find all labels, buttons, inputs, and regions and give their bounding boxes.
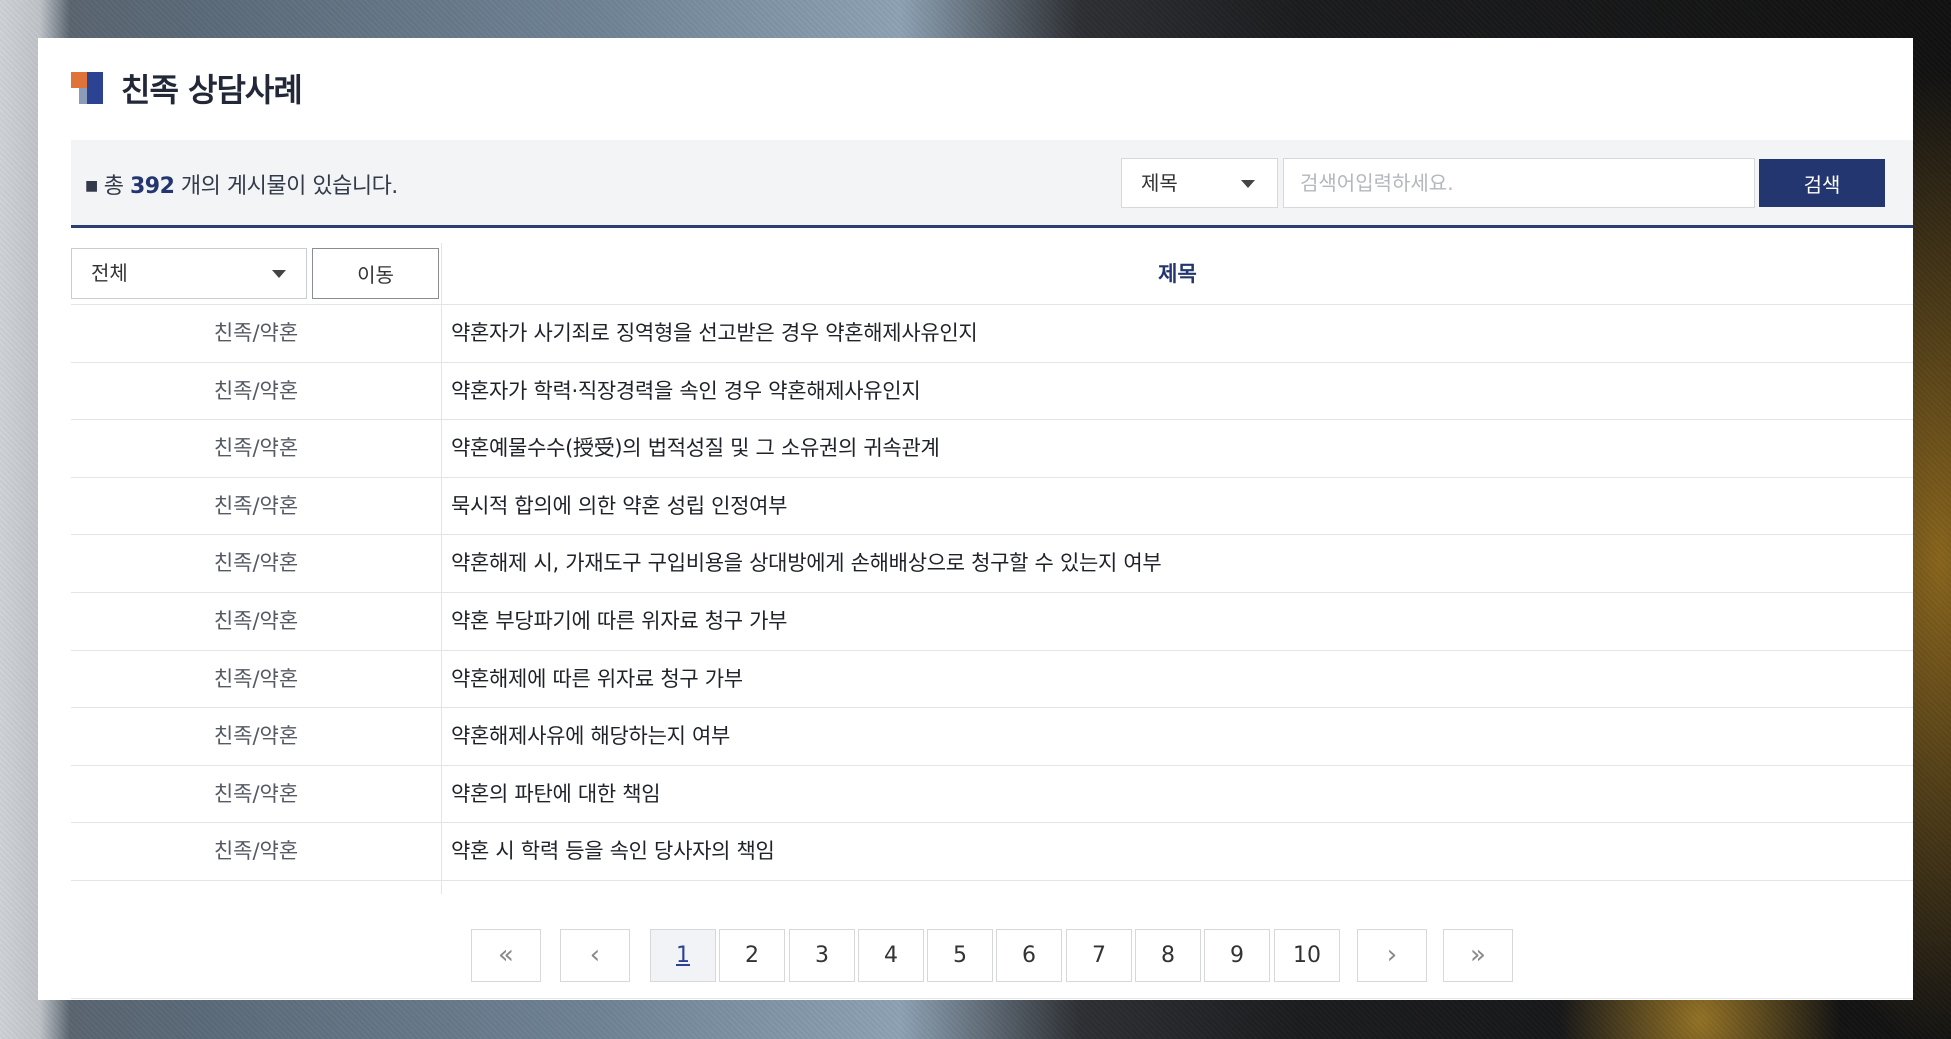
row-category: 친족/약혼: [213, 436, 299, 461]
search-field-select[interactable]: 제목: [1121, 158, 1278, 208]
first-page-icon[interactable]: «: [471, 929, 541, 982]
row-category: 친족/약혼: [213, 493, 299, 518]
page-title: 친족 상담사례: [121, 71, 303, 109]
chevron-down-icon: [272, 270, 286, 278]
board-panel: 친족 상담사례 ■총 392 개의 게시물이 있습니다. 제목 검색 전체 이동…: [38, 38, 1913, 1000]
row-subject-link[interactable]: 약혼 부당파기에 따른 위자료 청구 가부: [451, 593, 788, 650]
last-page-icon[interactable]: »: [1443, 929, 1513, 982]
move-button[interactable]: 이동: [312, 248, 439, 299]
chevron-down-icon: [1241, 180, 1255, 188]
row-subject-link[interactable]: 약혼해제에 따른 위자료 청구 가부: [451, 651, 743, 708]
table-row: 친족/약혼 약혼 시 학력 등을 속인 당사자의 책임: [71, 823, 1913, 881]
table-row: 친족/약혼 약혼의 파탄에 대한 책임: [71, 766, 1913, 824]
row-category: 친족/약혼: [213, 378, 299, 403]
table-row: 친족/약혼 약혼자가 학력·직장경력을 속인 경우 약혼해제사유인지: [71, 363, 1913, 421]
row-subject-link[interactable]: 약혼자가 사기죄로 징역형을 선고받은 경우 약혼해제사유인지: [451, 305, 978, 362]
row-category: 친족/약혼: [213, 839, 299, 864]
table-row: 친족/약혼 약혼예물수수(授受)의 법적성질 및 그 소유권의 귀속관계: [71, 420, 1913, 478]
row-category: 친족/약혼: [213, 551, 299, 576]
divider: [71, 998, 1913, 999]
bullet-icon: ■: [85, 178, 98, 194]
search-bar: ■ 총 392 개의 게시물이 있습니다. 제목 검색: [71, 140, 1913, 228]
table-row: 친족/약혼 약혼해제 시, 가재도구 구입비용을 상대방에게 손해배상으로 청구…: [71, 535, 1913, 593]
table-row: 친족/약혼 약혼 부당파기에 따른 위자료 청구 가부: [71, 593, 1913, 651]
row-subject-link[interactable]: 약혼자가 학력·직장경력을 속인 경우 약혼해제사유인지: [451, 363, 921, 420]
page-button-9[interactable]: 9: [1204, 929, 1270, 982]
row-category: 친족/약혼: [213, 608, 299, 633]
table-row: 친족/약혼 약혼해제에 따른 위자료 청구 가부: [71, 651, 1913, 709]
post-count: 392: [129, 174, 175, 199]
post-count-text: ■ 총 392 개의 게시물이 있습니다.: [85, 174, 398, 199]
post-list: 친족/약혼 약혼자가 사기죄로 징역형을 선고받은 경우 약혼해제사유인지 친족…: [71, 305, 1913, 881]
table-row: 친족/약혼 묵시적 합의에 의한 약혼 성립 인정여부: [71, 478, 1913, 536]
page-button-6[interactable]: 6: [996, 929, 1062, 982]
table-row: 친족/약혼 약혼자가 사기죄로 징역형을 선고받은 경우 약혼해제사유인지: [71, 305, 1913, 363]
table-header: 전체 이동 제목: [71, 243, 1913, 305]
page-button-2[interactable]: 2: [719, 929, 785, 982]
prev-page-icon[interactable]: ‹: [560, 929, 630, 982]
category-select[interactable]: 전체: [71, 248, 307, 299]
title-mark-icon: [71, 72, 103, 104]
row-subject-link[interactable]: 약혼예물수수(授受)의 법적성질 및 그 소유권의 귀속관계: [451, 420, 940, 477]
row-category: 친족/약혼: [213, 321, 299, 345]
row-subject-link[interactable]: 약혼해제사유에 해당하는지 여부: [451, 708, 730, 765]
page-button-3[interactable]: 3: [789, 929, 855, 982]
row-subject-link[interactable]: 약혼해제 시, 가재도구 구입비용을 상대방에게 손해배상으로 청구할 수 있는…: [451, 535, 1162, 592]
row-subject-link[interactable]: 약혼의 파탄에 대한 책임: [451, 766, 661, 823]
row-subject-link[interactable]: 묵시적 합의에 의한 약혼 성립 인정여부: [451, 478, 788, 535]
page-button-5[interactable]: 5: [927, 929, 993, 982]
page-button-7[interactable]: 7: [1066, 929, 1132, 982]
row-category: 친족/약혼: [213, 781, 299, 806]
pagination: « ‹ 1 2 3 4 5 6 7 8 9 10 › »: [38, 929, 1913, 985]
page-button-1[interactable]: 1: [650, 929, 716, 982]
search-input[interactable]: [1283, 158, 1755, 208]
next-page-icon[interactable]: ›: [1357, 929, 1427, 982]
page-button-10[interactable]: 10: [1274, 929, 1340, 982]
row-category: 친족/약혼: [213, 724, 299, 749]
page-button-8[interactable]: 8: [1135, 929, 1201, 982]
table-row: 친족/약혼 약혼해제사유에 해당하는지 여부: [71, 708, 1913, 766]
page-button-4[interactable]: 4: [858, 929, 924, 982]
search-button[interactable]: 검색: [1759, 159, 1885, 207]
page-header: 친족 상담사례: [71, 64, 303, 112]
row-category: 친족/약혼: [213, 666, 299, 691]
row-subject-link[interactable]: 약혼 시 학력 등을 속인 당사자의 책임: [451, 823, 775, 880]
column-header-title: 제목: [1158, 262, 1197, 286]
